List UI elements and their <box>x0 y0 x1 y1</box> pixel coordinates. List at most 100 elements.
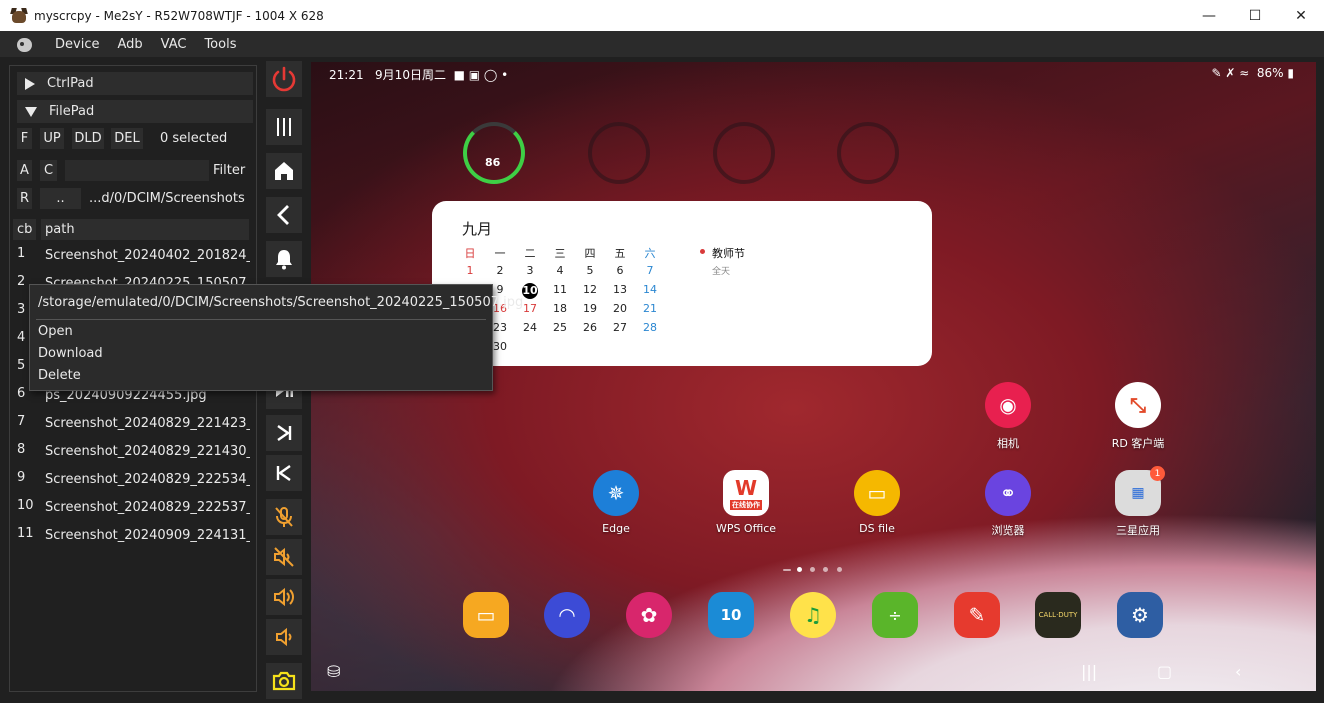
calendar-day[interactable]: 27 <box>609 321 631 334</box>
row-number[interactable]: 6 <box>17 386 25 401</box>
calendar-day[interactable]: 13 <box>609 283 631 296</box>
calendar-day[interactable]: 3 <box>519 264 541 277</box>
filter-input[interactable] <box>65 160 209 181</box>
col-path-header[interactable]: path <box>41 219 249 240</box>
calendar-day[interactable]: 19 <box>579 302 601 315</box>
calendar-day[interactable]: 24 <box>519 321 541 334</box>
calendar-day[interactable]: 2 <box>489 264 511 277</box>
a-button[interactable]: A <box>17 160 32 181</box>
calendar-day[interactable]: 20 <box>609 302 631 315</box>
file-row-path[interactable]: Screenshot_20240909_224131_One <box>45 528 250 543</box>
back-button[interactable] <box>266 197 302 233</box>
row-number[interactable]: 8 <box>17 442 25 457</box>
calendar-day[interactable]: 6 <box>609 264 631 277</box>
calendar-day[interactable]: 4 <box>549 264 571 277</box>
calendar-day[interactable]: 28 <box>639 321 661 334</box>
calendar-day[interactable]: 12 <box>579 283 601 296</box>
minimize-button[interactable]: — <box>1186 0 1232 31</box>
calendar-day[interactable]: 21 <box>639 302 661 315</box>
calendar-day[interactable]: 14 <box>639 283 661 296</box>
col-cb-header[interactable]: cb <box>13 219 36 240</box>
notification-button[interactable] <box>266 241 302 277</box>
volume-up-button[interactable] <box>266 579 302 615</box>
gallery-app-icon[interactable]: ✿ <box>626 592 672 638</box>
file-row-path[interactable]: Screenshot_20240829_221423_Gall <box>45 416 250 431</box>
notification-badge: 1 <box>1150 466 1165 481</box>
next-track-button[interactable] <box>266 415 302 451</box>
parent-dir-button[interactable]: .. <box>40 188 81 209</box>
row-number[interactable]: 1 <box>17 246 25 261</box>
calendar-day[interactable]: 1 <box>459 264 481 277</box>
context-open-item[interactable]: Open <box>38 324 73 339</box>
nav-recents-icon[interactable]: ||| <box>1081 662 1097 681</box>
wps-app-icon[interactable]: W 在线协作 <box>723 470 769 516</box>
row-number[interactable]: 7 <box>17 414 25 429</box>
nav-home-icon[interactable]: ▢ <box>1157 662 1172 681</box>
calendar-day[interactable]: 7 <box>639 264 661 277</box>
volume-down-button[interactable] <box>266 619 302 655</box>
c-button[interactable]: C <box>40 160 57 181</box>
my-files-app-icon[interactable]: ▭ <box>463 592 509 638</box>
row-number[interactable]: 5 <box>17 358 25 373</box>
delete-button[interactable]: DEL <box>111 128 143 149</box>
rd-client-app-icon[interactable]: ⤡ <box>1115 382 1161 428</box>
file-row-path[interactable]: Screenshot_20240829_222534_One <box>45 472 250 487</box>
calculator-app-icon[interactable]: ÷ <box>872 592 918 638</box>
close-button[interactable]: ✕ <box>1278 0 1324 31</box>
menu-adb[interactable]: Adb <box>108 37 151 52</box>
row-number[interactable]: 10 <box>17 498 34 513</box>
ds-file-app-icon[interactable]: ▭ <box>854 470 900 516</box>
recents-button[interactable] <box>266 109 302 145</box>
edge-app-icon[interactable]: ✵ <box>593 470 639 516</box>
maximize-button[interactable]: ☐ <box>1232 0 1278 31</box>
menu-tools[interactable]: Tools <box>195 37 245 52</box>
file-row-path[interactable]: Screenshot_20240829_222537_One <box>45 500 250 515</box>
row-number[interactable]: 3 <box>17 302 25 317</box>
home-button[interactable] <box>266 153 302 189</box>
wps-caption: 在线协作 <box>730 500 762 510</box>
calendar-day[interactable]: 11 <box>549 283 571 296</box>
menu-vac[interactable]: VAC <box>152 37 196 52</box>
menu-device[interactable]: Device <box>46 37 108 52</box>
prev-track-button[interactable] <box>266 455 302 491</box>
browser-app-icon[interactable]: ⚭ <box>985 470 1031 516</box>
current-path: ...d/0/DCIM/Screenshots <box>89 191 245 206</box>
battery-widget[interactable] <box>463 122 525 184</box>
keyboard-toggle-icon[interactable]: ⛁ <box>327 662 340 681</box>
row-number[interactable]: 4 <box>17 330 25 345</box>
row-number[interactable]: 2 <box>17 274 25 289</box>
up-button[interactable]: UP <box>40 128 64 149</box>
row-number[interactable]: 9 <box>17 470 25 485</box>
battery-widget-slot[interactable] <box>837 122 899 184</box>
download-button[interactable]: DLD <box>72 128 104 149</box>
calendar-day[interactable]: 18 <box>549 302 571 315</box>
qq-music-app-icon[interactable]: ♫ <box>790 592 836 638</box>
mic-mute-button[interactable] <box>266 499 302 535</box>
calendar-today[interactable]: 10 <box>522 283 538 299</box>
filepad-header[interactable]: FilePad <box>17 100 253 123</box>
battery-widget-slot[interactable] <box>713 122 775 184</box>
volume-mute-button[interactable] <box>266 539 302 575</box>
notes-app-icon[interactable]: ✎ <box>954 592 1000 638</box>
calendar-day[interactable]: 5 <box>579 264 601 277</box>
context-delete-item[interactable]: Delete <box>38 368 81 383</box>
nav-back-icon[interactable]: ‹ <box>1235 662 1241 681</box>
file-row-path[interactable]: Screenshot_20240402_201824_Ten <box>45 248 250 263</box>
screenshot-button[interactable] <box>266 663 302 699</box>
calendar-day[interactable]: 25 <box>549 321 571 334</box>
cod-mobile-app-icon[interactable]: CALL·DUTY <box>1035 592 1081 638</box>
calendar-day[interactable]: 26 <box>579 321 601 334</box>
battery-widget-slot[interactable] <box>588 122 650 184</box>
calendar-app-icon[interactable]: 10 <box>708 592 754 638</box>
settings-app-icon[interactable]: ⚙ <box>1117 592 1163 638</box>
power-button[interactable] <box>266 61 302 97</box>
row-number[interactable]: 11 <box>17 526 34 541</box>
messages-app-icon[interactable]: ◠ <box>544 592 590 638</box>
r-button[interactable]: R <box>17 188 32 209</box>
camera-app-icon[interactable]: ◉ <box>985 382 1031 428</box>
ctrlpad-header[interactable]: CtrlPad <box>17 72 253 95</box>
context-download-item[interactable]: Download <box>38 346 103 361</box>
file-row-path[interactable]: Screenshot_20240829_221430_One <box>45 444 250 459</box>
calendar-widget[interactable]: 九月 日一二三四五六 1 2 3 4 5 6 7 9 10 11 12 13 14 16 17 18 19 20 21… <box>432 201 932 366</box>
f-button[interactable]: F <box>17 128 32 149</box>
